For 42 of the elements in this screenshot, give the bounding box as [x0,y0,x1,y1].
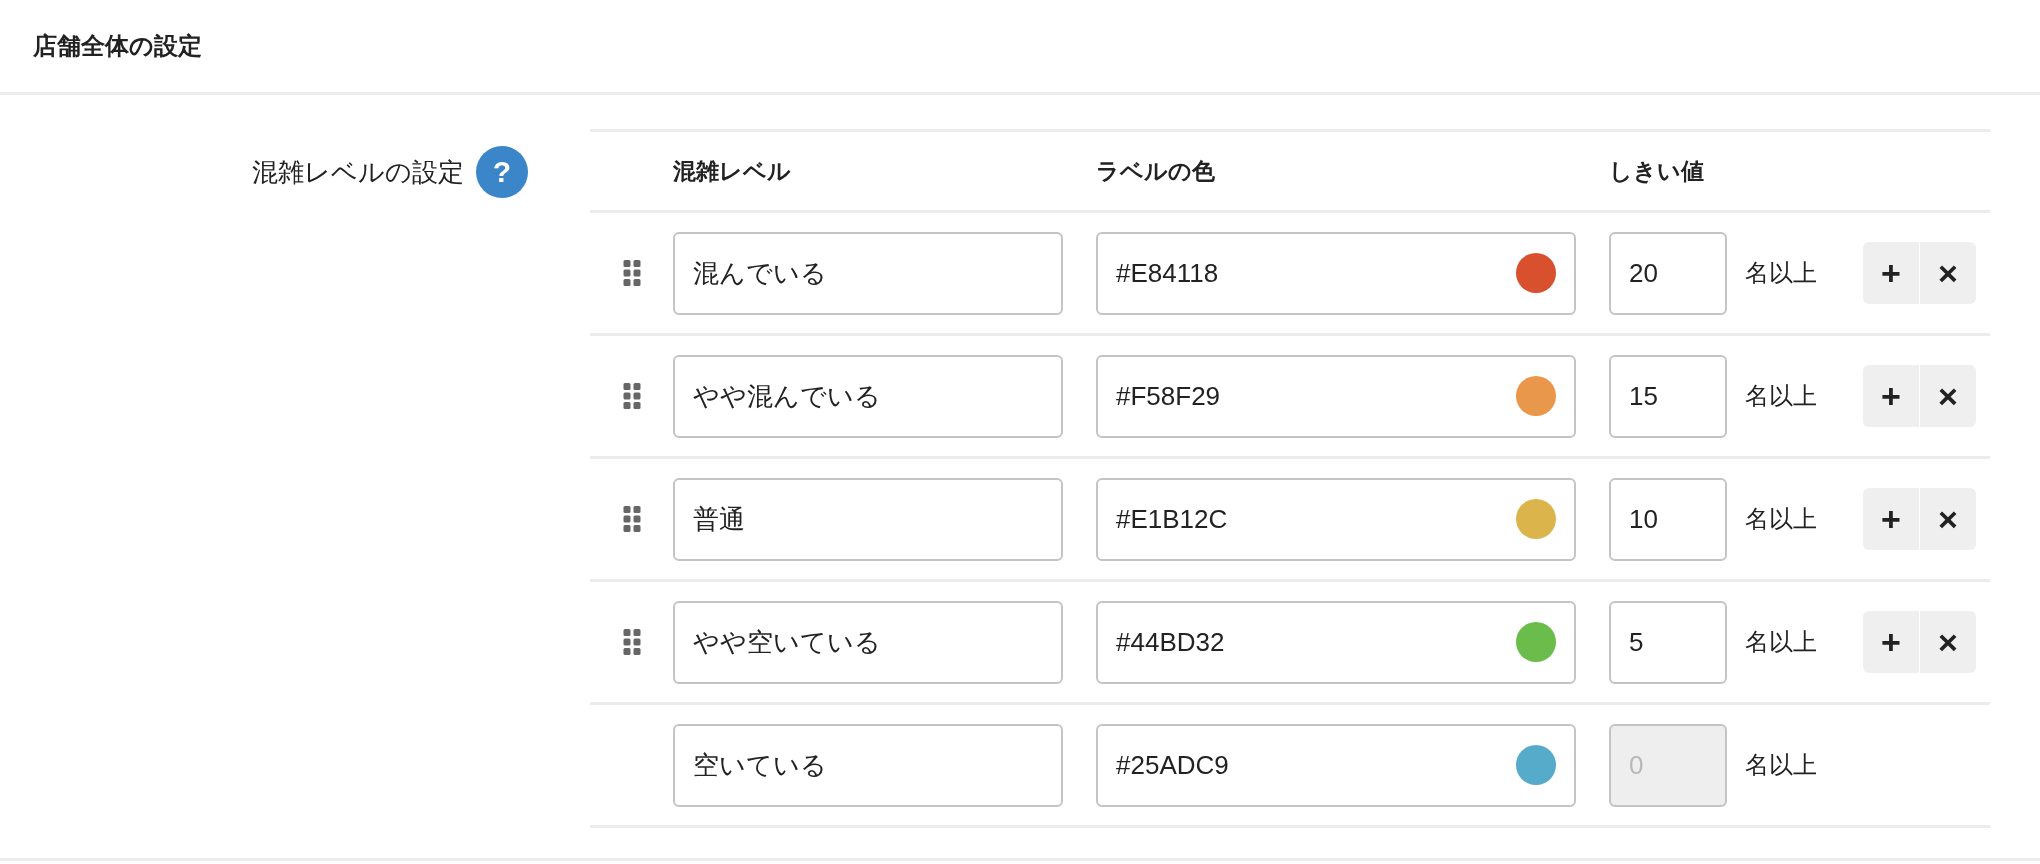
color-field[interactable]: #F58F29 [1096,354,1576,438]
drag-handle-icon[interactable] [622,506,641,532]
unit-label: 名以上 [1745,504,1818,534]
level-name-field[interactable]: 混んでいる [673,231,1063,315]
remove-button[interactable]: × [1920,611,1976,673]
color-code: #E84118 [1116,257,1219,289]
remove-button[interactable]: × [1920,365,1976,427]
column-header: しきい値 [1609,156,1705,186]
remove-button[interactable]: × [1920,488,1976,550]
color-code: #E1B12C [1116,503,1228,535]
setting-label: 混雑レベルの設定 [252,156,464,189]
level-name-field[interactable]: やや空いている [673,600,1063,684]
unit-label: 名以上 [1745,258,1818,288]
threshold-field[interactable]: 20 [1609,231,1727,315]
color-field[interactable]: #25ADC9 [1096,723,1576,807]
add-button[interactable]: + [1863,488,1919,550]
color-field[interactable]: #E1B12C [1096,477,1576,561]
add-button[interactable]: + [1863,365,1919,427]
color-code: #44BD32 [1116,626,1225,658]
unit-label: 名以上 [1745,750,1818,780]
column-header: 混雑レベル [673,156,792,186]
level-name-field[interactable]: やや混んでいる [673,354,1063,438]
threshold-field[interactable]: 15 [1609,354,1727,438]
drag-handle-icon[interactable] [622,383,641,409]
remove-button[interactable]: × [1920,242,1976,304]
level-name-field[interactable]: 空いている [673,723,1063,807]
color-field[interactable]: #44BD32 [1096,600,1576,684]
level-name-field[interactable]: 普通 [673,477,1063,561]
column-header: ラベルの色 [1096,156,1216,186]
color-field[interactable]: #E84118 [1096,231,1576,315]
color-code: #F58F29 [1116,380,1221,412]
drag-handle-icon[interactable] [622,260,641,286]
add-button[interactable]: + [1863,611,1919,673]
unit-label: 名以上 [1745,627,1818,657]
threshold-field[interactable]: 10 [1609,477,1727,561]
add-button[interactable]: + [1863,242,1919,304]
threshold-field[interactable]: 5 [1609,600,1727,684]
color-code: #25ADC9 [1116,749,1229,781]
unit-label: 名以上 [1745,381,1818,411]
drag-handle-icon[interactable] [622,629,641,655]
help-icon[interactable]: ? [476,146,528,198]
page-title: 店舗全体の設定 [33,31,202,61]
